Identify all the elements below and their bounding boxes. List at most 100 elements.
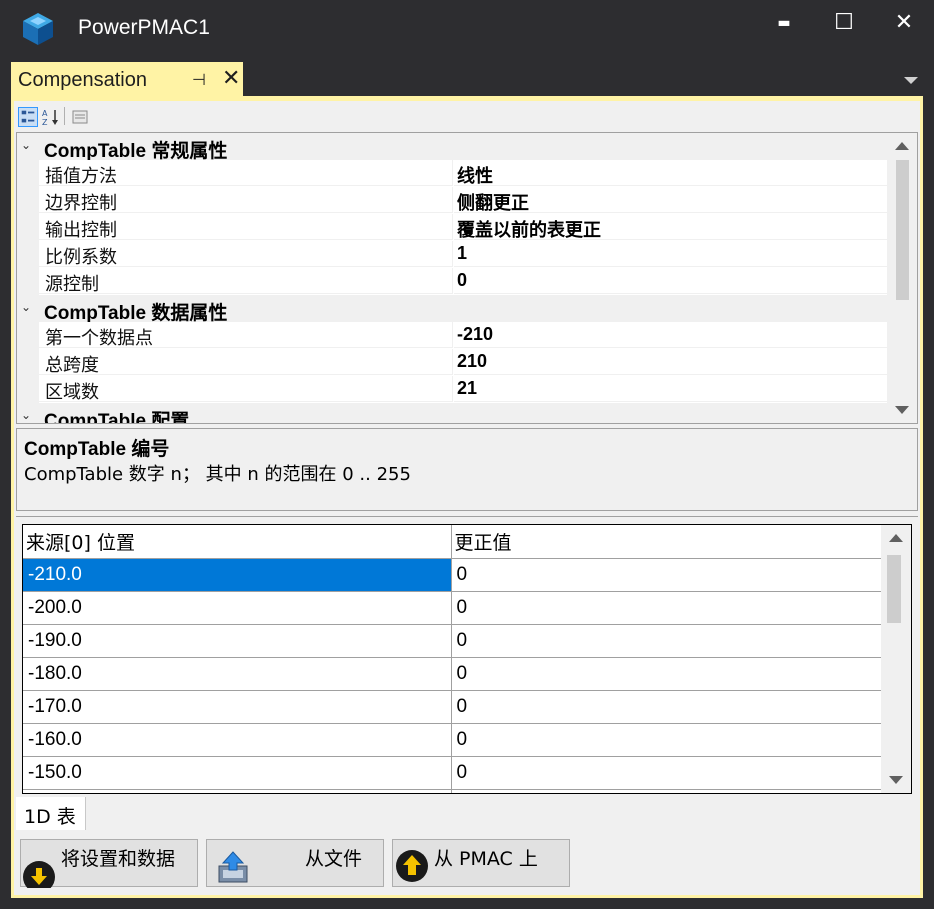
button-label: 从文件 bbox=[305, 848, 363, 870]
property-row[interactable]: 总跨度 210 bbox=[17, 349, 887, 376]
chevron-down-icon[interactable]: ⌄ bbox=[21, 300, 31, 314]
property-name: 区域数 bbox=[39, 376, 453, 403]
scroll-up-icon[interactable] bbox=[895, 142, 909, 150]
table-cell[interactable]: 0 bbox=[451, 756, 882, 790]
scroll-up-icon[interactable] bbox=[889, 534, 903, 542]
table-row[interactable]: -160.0 0 bbox=[23, 723, 882, 757]
row-gutter bbox=[17, 160, 39, 187]
table-cell[interactable]: -170.0 bbox=[23, 690, 452, 724]
property-row[interactable]: 边界控制 侧翻更正 bbox=[17, 187, 887, 214]
button-label: 将设置和数据 bbox=[61, 848, 176, 870]
property-pages-icon[interactable] bbox=[70, 107, 90, 127]
tab-list-dropdown-icon[interactable] bbox=[901, 70, 921, 90]
property-row[interactable]: 输出控制 覆盖以前的表更正 bbox=[17, 214, 887, 241]
upload-file-icon bbox=[218, 851, 248, 883]
description-text: CompTable 数字 n； 其中 n 的范围在 0 .. 255 bbox=[24, 464, 411, 485]
row-gutter bbox=[17, 376, 39, 403]
tab-close-icon[interactable]: ✕ bbox=[222, 66, 240, 91]
table-row[interactable]: -210.0 0 bbox=[23, 558, 882, 592]
data-grid: 来源[0] 位置 更正值 -210.0 0 -200.0 0 -190.0 0 … bbox=[23, 525, 882, 793]
description-pane: CompTable 编号 CompTable 数字 n； 其中 n 的范围在 0… bbox=[16, 428, 918, 511]
table-cell[interactable]: -150.0 bbox=[23, 756, 452, 790]
minimize-button[interactable]: ▬ bbox=[764, 8, 804, 42]
table-row[interactable] bbox=[23, 789, 882, 793]
property-name: 边界控制 bbox=[39, 187, 453, 214]
table-row[interactable]: -170.0 0 bbox=[23, 690, 882, 724]
alphabetical-sort-icon[interactable]: A Z bbox=[41, 107, 61, 127]
upload-arrow-icon bbox=[396, 850, 428, 882]
table-cell[interactable]: -180.0 bbox=[23, 657, 452, 691]
scroll-down-icon[interactable] bbox=[889, 776, 903, 784]
property-value[interactable]: -210 bbox=[454, 322, 887, 348]
property-name: 比例系数 bbox=[39, 241, 453, 268]
table-cell[interactable]: 0 bbox=[451, 591, 882, 625]
toolbar-separator bbox=[64, 107, 65, 125]
svg-text:A: A bbox=[42, 109, 48, 118]
download-arrow-icon bbox=[23, 861, 55, 888]
property-grid-scrollbar[interactable] bbox=[887, 133, 917, 423]
table-row[interactable]: -200.0 0 bbox=[23, 591, 882, 625]
table-cell[interactable]: 0 bbox=[451, 723, 882, 757]
table-cell[interactable] bbox=[451, 789, 882, 793]
property-value[interactable]: 线性 bbox=[454, 160, 887, 186]
table-cell[interactable]: 0 bbox=[451, 558, 882, 592]
pin-icon[interactable]: ⊣ bbox=[192, 70, 206, 89]
row-gutter bbox=[17, 322, 39, 349]
property-grid-toolbar: A Z bbox=[16, 104, 920, 128]
tab-compensation[interactable]: Compensation ⊣ ✕ bbox=[11, 62, 243, 97]
property-row[interactable]: 第一个数据点 -210 bbox=[17, 322, 887, 349]
tab-label: Compensation bbox=[18, 69, 147, 91]
category-config[interactable]: ⌄ CompTable 配置 bbox=[17, 403, 887, 423]
tab-1d-table[interactable]: 1D 表 bbox=[16, 797, 86, 830]
property-value[interactable]: 210 bbox=[454, 349, 887, 375]
column-header-correction[interactable]: 更正值 bbox=[451, 525, 882, 559]
property-name: 第一个数据点 bbox=[39, 322, 453, 349]
category-general[interactable]: ⌄ CompTable 常规属性 bbox=[17, 133, 887, 162]
table-cell[interactable]: -160.0 bbox=[23, 723, 452, 757]
property-row[interactable]: 插值方法 线性 bbox=[17, 160, 887, 187]
categorized-view-icon[interactable] bbox=[18, 107, 38, 127]
table-row[interactable]: -180.0 0 bbox=[23, 657, 882, 691]
category-title: CompTable 常规属性 bbox=[44, 141, 228, 162]
tab-label: 1D 表 bbox=[24, 806, 76, 828]
title-bar: PowerPMAC1 ▬ ☐ ✕ bbox=[0, 0, 934, 60]
property-value[interactable]: 覆盖以前的表更正 bbox=[454, 214, 887, 240]
property-value[interactable]: 21 bbox=[454, 376, 887, 402]
property-name: 插值方法 bbox=[39, 160, 453, 187]
divider bbox=[16, 516, 918, 517]
chevron-down-icon[interactable]: ⌄ bbox=[21, 138, 31, 152]
scroll-thumb[interactable] bbox=[887, 555, 901, 623]
property-value[interactable]: 侧翻更正 bbox=[454, 187, 887, 213]
table-cell[interactable]: -190.0 bbox=[23, 624, 452, 658]
window-title: PowerPMAC1 bbox=[78, 16, 210, 39]
property-row[interactable]: 比例系数 1 bbox=[17, 241, 887, 268]
table-cell[interactable]: 0 bbox=[451, 624, 882, 658]
table-cell[interactable]: -210.0 bbox=[23, 558, 452, 592]
property-value[interactable]: 0 bbox=[454, 268, 887, 294]
scroll-thumb[interactable] bbox=[896, 160, 909, 300]
from-pmac-button[interactable]: 从 PMAC 上 bbox=[392, 839, 570, 887]
description-title: CompTable 编号 bbox=[24, 439, 170, 460]
from-file-button[interactable]: 从文件 bbox=[206, 839, 384, 887]
table-scrollbar[interactable] bbox=[881, 525, 911, 793]
property-row[interactable]: 区域数 21 bbox=[17, 376, 887, 403]
row-gutter bbox=[17, 268, 39, 295]
property-value[interactable]: 1 bbox=[454, 241, 887, 267]
scroll-down-icon[interactable] bbox=[895, 406, 909, 414]
chevron-down-icon[interactable]: ⌄ bbox=[21, 408, 31, 422]
save-settings-button[interactable]: 将设置和数据 bbox=[20, 839, 198, 888]
property-row[interactable]: 源控制 0 bbox=[17, 268, 887, 295]
table-cell[interactable]: -200.0 bbox=[23, 591, 452, 625]
category-data[interactable]: ⌄ CompTable 数据属性 bbox=[17, 295, 887, 324]
table-cell[interactable]: 0 bbox=[451, 657, 882, 691]
table-cell[interactable] bbox=[23, 789, 452, 793]
maximize-button[interactable]: ☐ bbox=[824, 8, 864, 42]
table-row[interactable]: -150.0 0 bbox=[23, 756, 882, 790]
property-name: 输出控制 bbox=[39, 214, 453, 241]
column-header-source-position[interactable]: 来源[0] 位置 bbox=[23, 525, 452, 559]
close-window-button[interactable]: ✕ bbox=[884, 8, 924, 42]
button-label: 从 PMAC 上 bbox=[434, 848, 538, 870]
property-grid: ⌄ CompTable 常规属性 插值方法 线性 边界控制 侧翻更正 输出控制 … bbox=[16, 132, 918, 424]
table-row[interactable]: -190.0 0 bbox=[23, 624, 882, 658]
table-cell[interactable]: 0 bbox=[451, 690, 882, 724]
